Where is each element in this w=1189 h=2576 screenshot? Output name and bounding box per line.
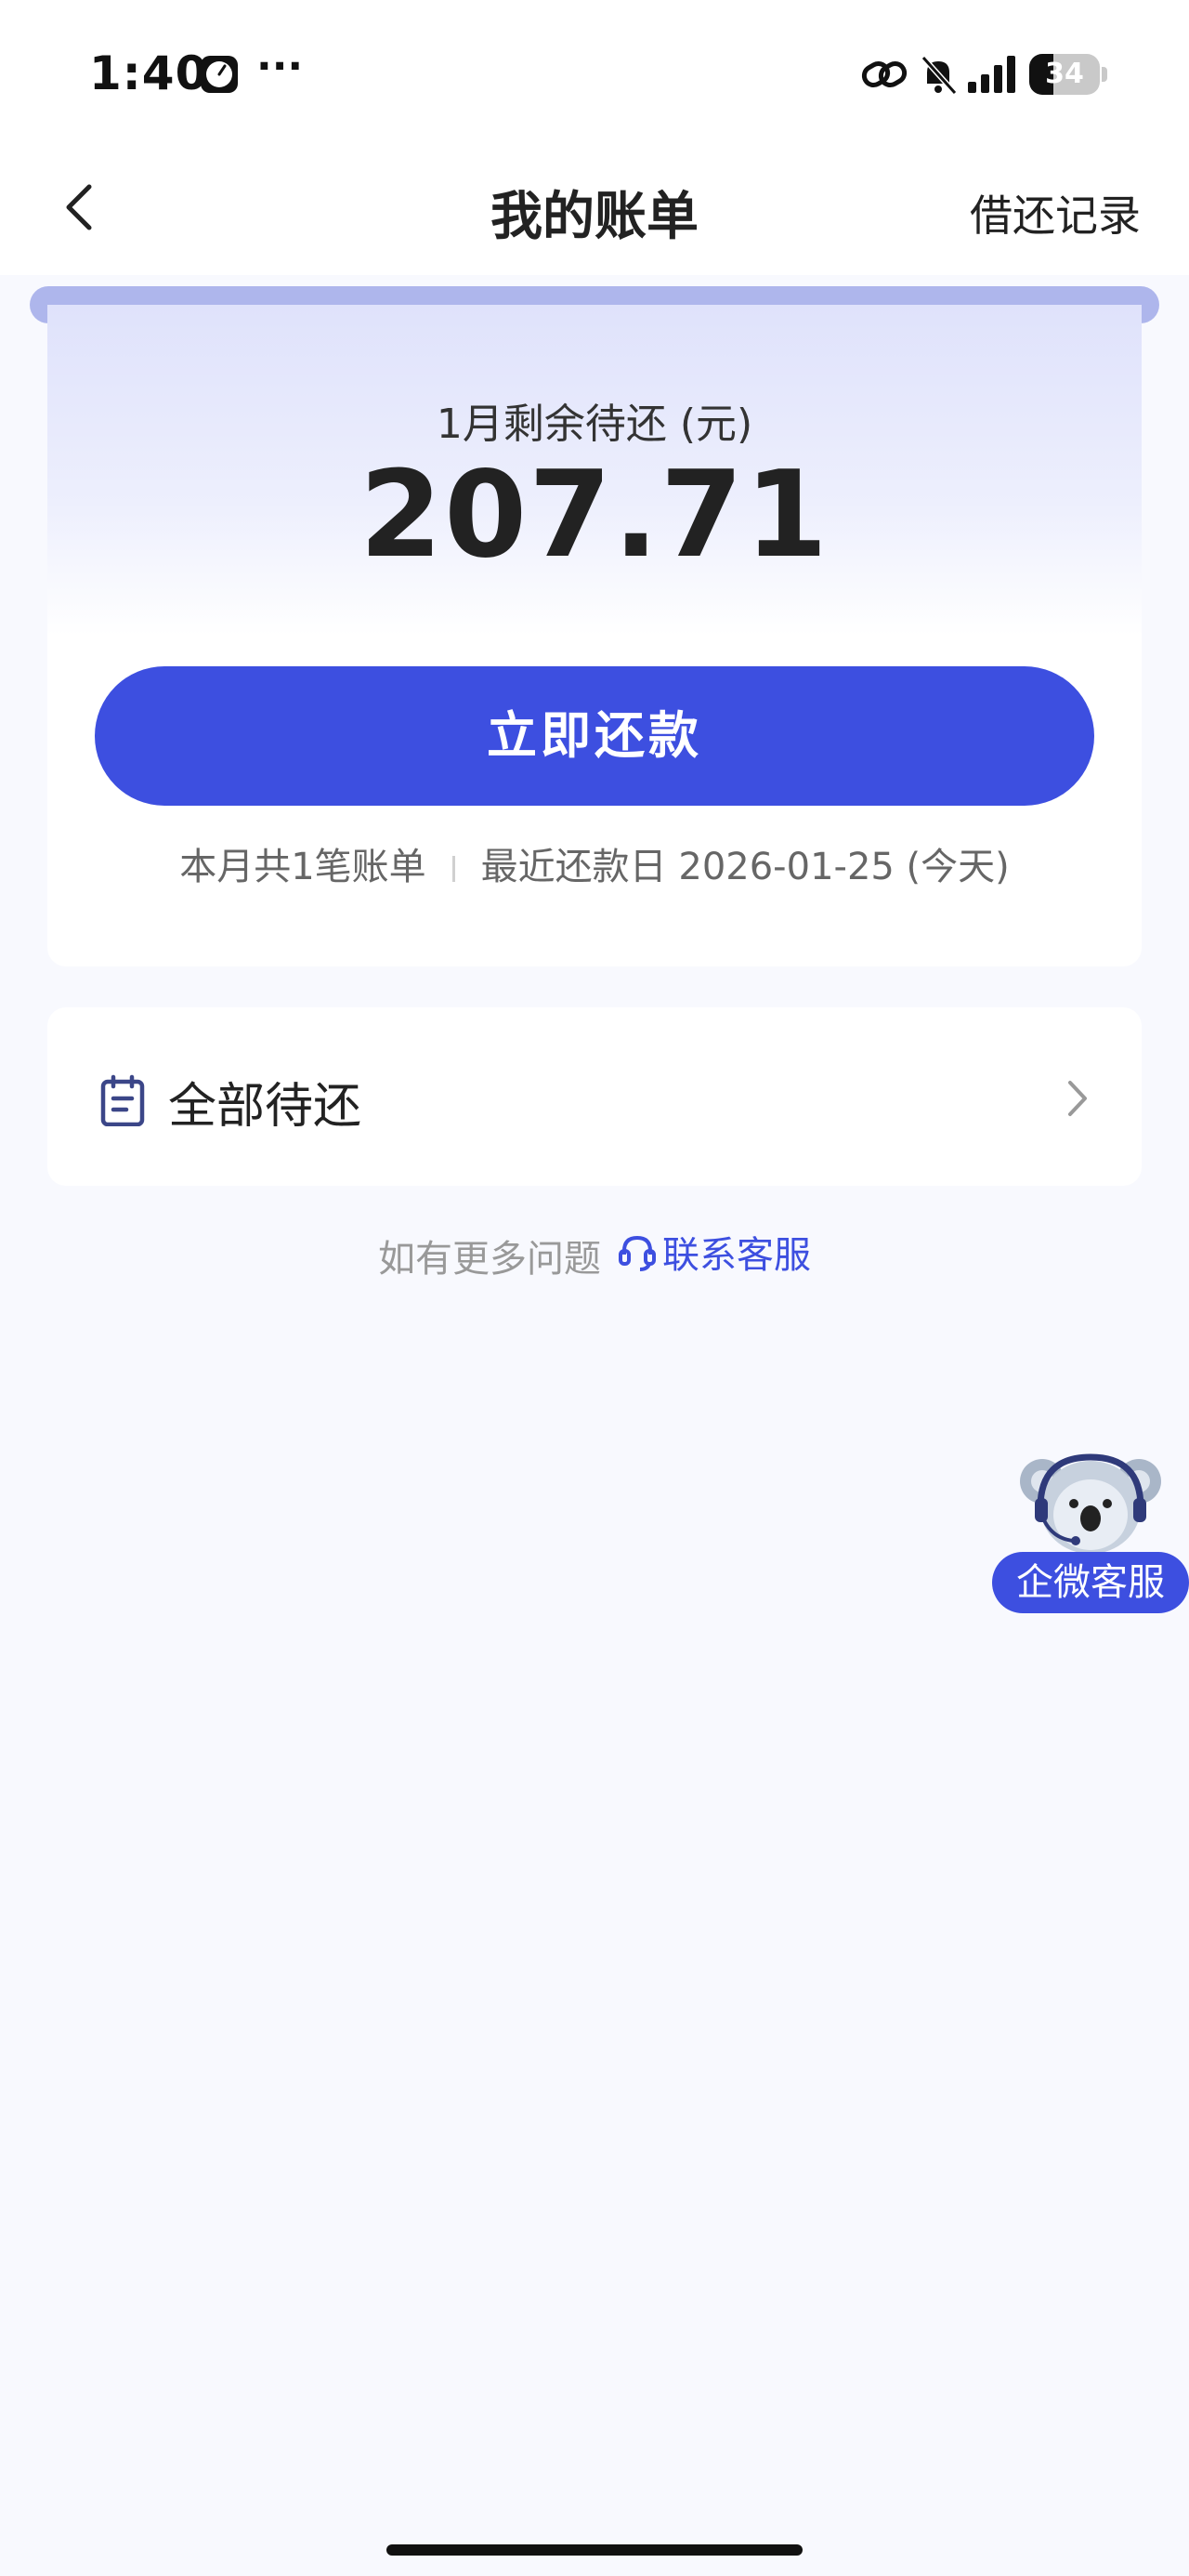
clock-icon bbox=[201, 56, 238, 93]
wecom-service-float[interactable]: 企微客服 bbox=[992, 1450, 1189, 1617]
nav-bar: 我的账单 借还记录 bbox=[0, 139, 1189, 275]
borrow-repay-records-link[interactable]: 借还记录 bbox=[970, 182, 1141, 243]
link-icon bbox=[861, 61, 908, 87]
contact-service-label: 联系客服 bbox=[662, 1234, 811, 1277]
status-time: 1:40 bbox=[89, 46, 209, 100]
clipboard-icon bbox=[100, 1074, 145, 1126]
meta-divider bbox=[451, 856, 455, 882]
remaining-due-label: 1月剩余待还 (元) bbox=[436, 401, 753, 448]
help-line: 如有更多问题 联系客服 bbox=[0, 1225, 1189, 1282]
all-pending-row[interactable]: 全部待还 bbox=[47, 1007, 1142, 1186]
home-indicator[interactable] bbox=[386, 2544, 803, 2556]
battery-nub bbox=[1102, 67, 1107, 82]
headset-icon bbox=[619, 1235, 656, 1271]
wecom-service-label: 企微客服 bbox=[992, 1552, 1189, 1613]
status-bar: 1:40 ··· 34 bbox=[0, 0, 1189, 139]
repay-now-button[interactable]: 立即还款 bbox=[95, 666, 1094, 806]
contact-service-link[interactable]: 联系客服 bbox=[618, 1225, 811, 1279]
signal-icon bbox=[968, 56, 1015, 93]
all-pending-label: 全部待还 bbox=[168, 1079, 362, 1135]
chevron-right-icon bbox=[1068, 1081, 1087, 1116]
bill-count-text: 本月共1笔账单 bbox=[179, 846, 426, 888]
battery-icon: 34 bbox=[1029, 54, 1100, 95]
help-text: 如有更多问题 bbox=[378, 1238, 601, 1281]
status-more-icon: ··· bbox=[256, 43, 304, 90]
mute-icon bbox=[921, 55, 958, 96]
due-date-text: 最近还款日 2026-01-25 (今天) bbox=[480, 846, 1010, 888]
bill-meta: 本月共1笔账单 最近还款日 2026-01-25 (今天) bbox=[47, 836, 1142, 890]
koala-mascot-icon bbox=[1020, 1453, 1161, 1554]
bill-card: 1月剩余待还 (元) 207.71 立即还款 本月共1笔账单 最近还款日 2026… bbox=[47, 305, 1142, 966]
remaining-due-amount: 207.71 bbox=[359, 446, 830, 585]
